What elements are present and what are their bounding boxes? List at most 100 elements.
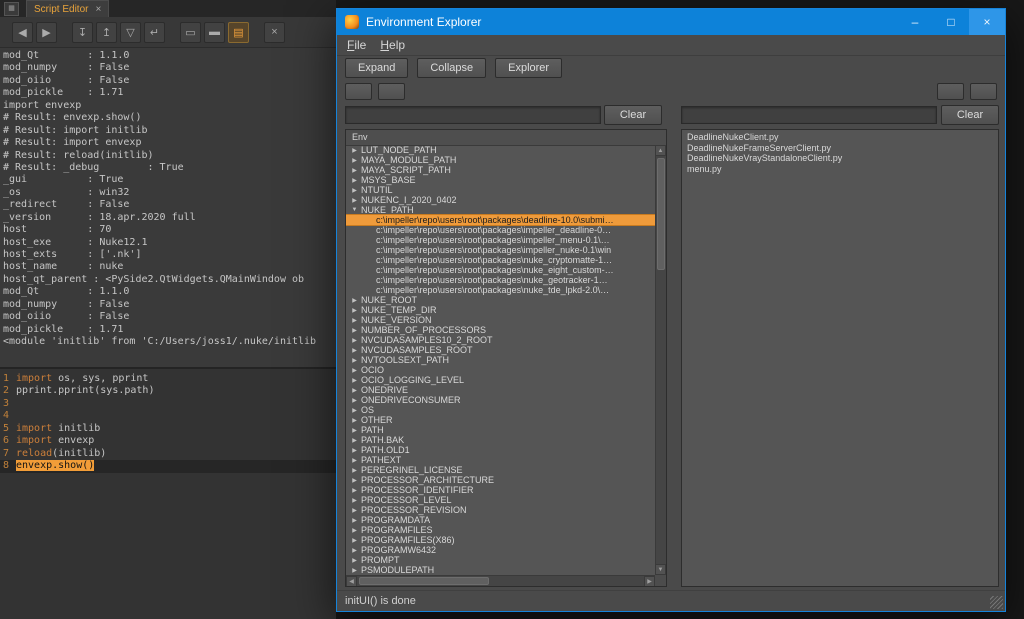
- scroll-right-icon[interactable]: ▶: [644, 576, 655, 587]
- expand-icon[interactable]: ▶: [350, 347, 359, 354]
- tree-item[interactable]: ▶OS: [346, 405, 655, 415]
- expand-icon[interactable]: ▶: [350, 547, 359, 554]
- tree-item[interactable]: ▶NUMBER_OF_PROCESSORS: [346, 325, 655, 335]
- editor-line[interactable]: 6import envexp: [0, 435, 336, 447]
- tree-item[interactable]: c:\impeller\repo\users\root\packages\imp…: [346, 225, 655, 235]
- tree-item[interactable]: ▶MAYA_MODULE_PATH: [346, 155, 655, 165]
- tree-item[interactable]: c:\impeller\repo\users\root\packages\imp…: [346, 235, 655, 245]
- tree-item[interactable]: ▶PROCESSOR_ARCHITECTURE: [346, 475, 655, 485]
- tree-item[interactable]: ▶ONEDRIVE: [346, 385, 655, 395]
- save-script-icon[interactable]: ▽: [120, 22, 141, 43]
- tree-item[interactable]: ▶NVTOOLSEXT_PATH: [346, 355, 655, 365]
- expand-icon[interactable]: ▶: [350, 377, 359, 384]
- tree-item[interactable]: ▶PROCESSOR_REVISION: [346, 505, 655, 515]
- scroll-down-icon[interactable]: ▼: [655, 564, 666, 575]
- collapse-button[interactable]: Collapse: [417, 58, 486, 78]
- right-pane-button-1[interactable]: [937, 83, 964, 100]
- expand-icon[interactable]: ▶: [350, 457, 359, 464]
- tree-item[interactable]: ▶OCIO_LOGGING_LEVEL: [346, 375, 655, 385]
- expand-icon[interactable]: ▶: [350, 557, 359, 564]
- expand-icon[interactable]: ▶: [350, 187, 359, 194]
- expand-icon[interactable]: ▶: [350, 327, 359, 334]
- tree-item[interactable]: ▶PEREGRINEL_LICENSE: [346, 465, 655, 475]
- tree-item[interactable]: ▼NUKE_PATH: [346, 205, 655, 215]
- tree-item[interactable]: ▶OCIO: [346, 365, 655, 375]
- run-script-icon[interactable]: ↵: [144, 22, 165, 43]
- tree-item[interactable]: ▶NUKE_VERSION: [346, 315, 655, 325]
- expand-icon[interactable]: ▶: [350, 537, 359, 544]
- tree-item[interactable]: c:\impeller\repo\users\root\packages\nuk…: [346, 275, 655, 285]
- tree-item[interactable]: c:\impeller\repo\users\root\packages\nuk…: [346, 255, 655, 265]
- left-pane-button-1[interactable]: [345, 83, 372, 100]
- expand-icon[interactable]: ▶: [350, 447, 359, 454]
- editor-line[interactable]: 8envexp.show(): [0, 460, 336, 472]
- minimize-button[interactable]: –: [897, 9, 933, 35]
- tree-item[interactable]: ▶PATH: [346, 425, 655, 435]
- expand-icon[interactable]: ▶: [350, 517, 359, 524]
- expand-icon[interactable]: ▶: [350, 487, 359, 494]
- editor-line[interactable]: 3: [0, 398, 336, 410]
- tree-item[interactable]: ▶NUKE_ROOT: [346, 295, 655, 305]
- tree-item[interactable]: ▶PROMPT: [346, 555, 655, 565]
- tree-item[interactable]: ▶OTHER: [346, 415, 655, 425]
- expand-icon[interactable]: ▶: [350, 357, 359, 364]
- titlebar[interactable]: Environment Explorer –□×: [337, 9, 1005, 35]
- expand-icon[interactable]: ▶: [350, 197, 359, 204]
- tree-item[interactable]: ▶PSMODULEPATH: [346, 565, 655, 575]
- menu-file[interactable]: File: [340, 36, 373, 54]
- tab-close-icon[interactable]: ×: [95, 4, 101, 15]
- script-editor-output-pane[interactable]: mod_Qt : 1.1.0mod_numpy : Falsemod_oiio …: [0, 47, 336, 367]
- tree-item[interactable]: ▶NVCUDASAMPLES10_2_ROOT: [346, 335, 655, 345]
- tree-item[interactable]: ▶MAYA_SCRIPT_PATH: [346, 165, 655, 175]
- tree-item[interactable]: ▶PROGRAMFILES(X86): [346, 535, 655, 545]
- expand-icon[interactable]: ▶: [350, 417, 359, 424]
- expand-icon[interactable]: ▶: [350, 407, 359, 414]
- scroll-left-icon[interactable]: ◀: [346, 576, 357, 587]
- file-item[interactable]: DeadlineNukeFrameServerClient.py: [682, 143, 998, 154]
- horizontal-scrollbar[interactable]: ◀ ▶: [346, 575, 655, 586]
- show-input-only-icon[interactable]: ▭: [180, 22, 201, 43]
- expand-icon[interactable]: ▶: [350, 477, 359, 484]
- expand-icon[interactable]: ▶: [350, 167, 359, 174]
- scrollbar-thumb[interactable]: [359, 577, 489, 585]
- expand-icon[interactable]: ▶: [350, 527, 359, 534]
- editor-line[interactable]: 4: [0, 410, 336, 422]
- expand-icon[interactable]: ▶: [350, 297, 359, 304]
- next-script-icon[interactable]: ▶: [36, 22, 57, 43]
- expand-icon[interactable]: ▶: [350, 157, 359, 164]
- show-output-only-icon[interactable]: ▬: [204, 22, 225, 43]
- file-item[interactable]: DeadlineNukeClient.py: [682, 132, 998, 143]
- expand-icon[interactable]: ▶: [350, 427, 359, 434]
- expand-icon[interactable]: ▶: [350, 387, 359, 394]
- tree-item[interactable]: ▶NUKE_TEMP_DIR: [346, 305, 655, 315]
- file-item[interactable]: DeadlineNukeVrayStandaloneClient.py: [682, 153, 998, 164]
- editor-line[interactable]: 2pprint.pprint(sys.path): [0, 385, 336, 397]
- tree-item[interactable]: ▶PROGRAMDATA: [346, 515, 655, 525]
- tree-item[interactable]: ▶NTUTIL: [346, 185, 655, 195]
- tree-item[interactable]: ▶PROCESSOR_LEVEL: [346, 495, 655, 505]
- collapse-icon[interactable]: ▼: [350, 207, 359, 213]
- tree-item[interactable]: ▶PATHEXT: [346, 455, 655, 465]
- tree-item[interactable]: ▶NUKENC_I_2020_0402: [346, 195, 655, 205]
- right-pane-button-2[interactable]: [970, 83, 997, 100]
- file-item[interactable]: menu.py: [682, 164, 998, 175]
- tree-item[interactable]: c:\impeller\repo\users\root\packages\nuk…: [346, 265, 655, 275]
- expand-icon[interactable]: ▶: [350, 397, 359, 404]
- close-button[interactable]: ×: [969, 9, 1005, 35]
- explorer-button[interactable]: Explorer: [495, 58, 562, 78]
- expand-icon[interactable]: ▶: [350, 307, 359, 314]
- expand-icon[interactable]: ▶: [350, 317, 359, 324]
- tree-item[interactable]: c:\impeller\repo\users\root\packages\dea…: [346, 215, 655, 225]
- script-editor-input-pane[interactable]: 1import os, sys, pprint2pprint.pprint(sy…: [0, 367, 336, 619]
- tree-item[interactable]: ▶LUT_NODE_PATH: [346, 145, 655, 155]
- tree-item[interactable]: c:\impeller\repo\users\root\packages\nuk…: [346, 285, 655, 295]
- clear-output-icon[interactable]: ×: [264, 22, 285, 43]
- tree-item[interactable]: ▶MSYS_BASE: [346, 175, 655, 185]
- show-both-icon[interactable]: ▤: [228, 22, 249, 43]
- source-script-icon[interactable]: ↧: [72, 22, 93, 43]
- resize-grip[interactable]: [990, 596, 1003, 609]
- previous-script-icon[interactable]: ◀: [12, 22, 33, 43]
- expand-icon[interactable]: ▶: [350, 467, 359, 474]
- menu-help[interactable]: Help: [373, 36, 412, 54]
- tree-item[interactable]: ▶NVCUDASAMPLES_ROOT: [346, 345, 655, 355]
